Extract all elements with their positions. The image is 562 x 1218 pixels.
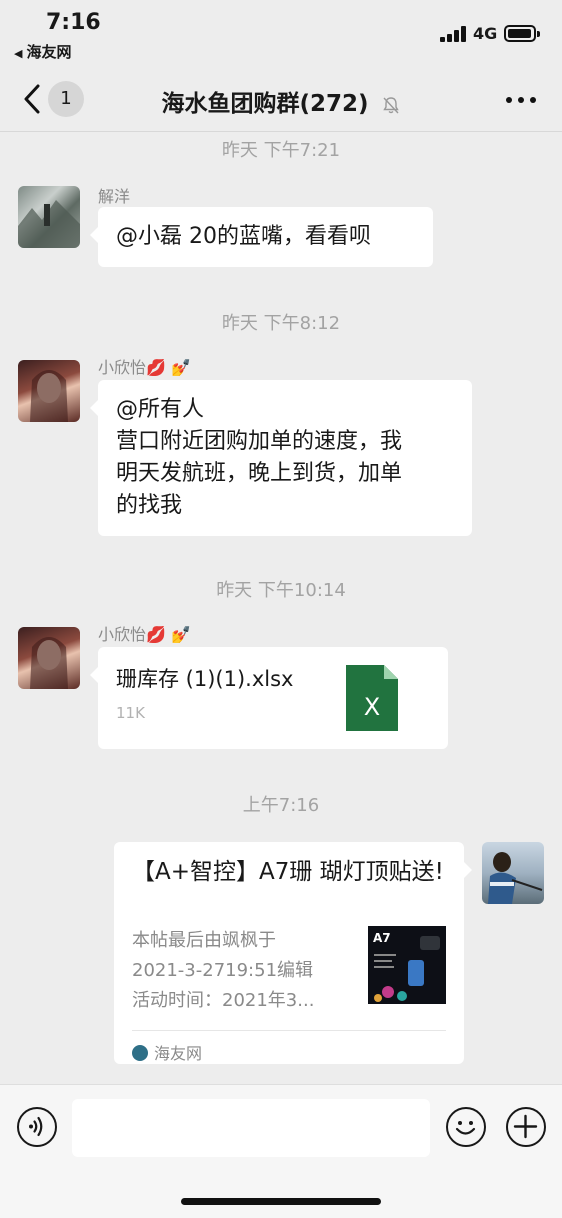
sender-name: 小欣怡💋 💅 — [98, 358, 191, 377]
avatar[interactable] — [482, 842, 544, 904]
message-line: 的找我 — [116, 493, 183, 518]
message-timestamp: 昨天 下午10:14 — [216, 580, 346, 601]
file-name: 珊库存 (1)(1).xlsx — [116, 667, 294, 691]
message-bubble[interactable]: @所有人 营口附近团购加单的速度，我 明天发航班，晚上到货，加单 的找我 — [90, 380, 472, 536]
plus-icon — [513, 1114, 538, 1139]
sender-name: 解洋 — [98, 187, 131, 206]
link-title: 【A+智控】A7珊 瑚灯顶贴送! — [132, 859, 444, 885]
chat-title-text: 海水鱼团购群(272) — [161, 91, 369, 117]
home-indicator[interactable] — [181, 1198, 381, 1205]
chat-header: 1 海水鱼团购群(272) — [0, 66, 562, 132]
status-bar: 7:16 ◀ 海友网 4G — [0, 0, 562, 66]
avatar[interactable] — [18, 186, 80, 248]
back-to-app-link[interactable]: ◀ 海友网 — [14, 41, 71, 62]
link-thumbnail: A7 — [368, 926, 446, 1004]
network-type: 4G — [473, 24, 498, 43]
message-line: 明天发航班，晚上到货，加单 — [116, 461, 403, 486]
link-source: 海友网 — [132, 1038, 202, 1070]
status-time: 7:16 — [46, 10, 101, 35]
message-input[interactable] — [72, 1099, 430, 1157]
emoji-button[interactable] — [446, 1107, 486, 1147]
message-timestamp: 上午7:16 — [242, 795, 320, 816]
source-logo-icon — [132, 1045, 148, 1061]
svg-text:X: X — [364, 693, 380, 721]
file-size: 11K — [116, 704, 145, 722]
message-line: @所有人 — [116, 397, 205, 422]
signal-icon — [440, 26, 468, 42]
back-triangle-icon: ◀ — [14, 47, 23, 60]
voice-icon — [29, 1116, 43, 1137]
message-timestamp: 昨天 下午8:12 — [221, 313, 341, 334]
chat-title: 海水鱼团购群(272) — [0, 84, 562, 118]
message-timestamp: 昨天 下午7:21 — [221, 140, 341, 161]
more-options-button[interactable] — [506, 97, 536, 103]
avatar[interactable] — [18, 627, 80, 689]
back-app-label: 海友网 — [26, 43, 72, 61]
voice-input-button[interactable] — [17, 1107, 57, 1147]
message-text: @小磊 20的蓝嘴，看看呗 — [116, 224, 371, 249]
link-description: 本帖最后由飒枫于 2021-3-2719:51编辑 活动时间：2021年3... — [132, 930, 315, 1011]
message-line: 营口附近团购加单的速度，我 — [116, 429, 403, 454]
avatar[interactable] — [18, 360, 80, 422]
message-bubble[interactable]: @小磊 20的蓝嘴，看看呗 — [90, 207, 433, 267]
mute-bell-icon — [382, 96, 399, 113]
smiley-icon — [455, 1121, 476, 1135]
svg-text:A7: A7 — [373, 931, 391, 945]
battery-icon — [504, 25, 536, 42]
link-message-card[interactable]: 【A+智控】A7珊 瑚灯顶贴送! 本帖最后由飒枫于 2021-3-2719:51… — [114, 842, 472, 1064]
file-message-card[interactable]: 珊库存 (1)(1).xlsx 11K X — [90, 647, 448, 749]
sender-name: 小欣怡💋 💅 — [98, 625, 191, 644]
more-functions-button[interactable] — [506, 1107, 546, 1147]
excel-file-icon: X — [346, 665, 398, 731]
